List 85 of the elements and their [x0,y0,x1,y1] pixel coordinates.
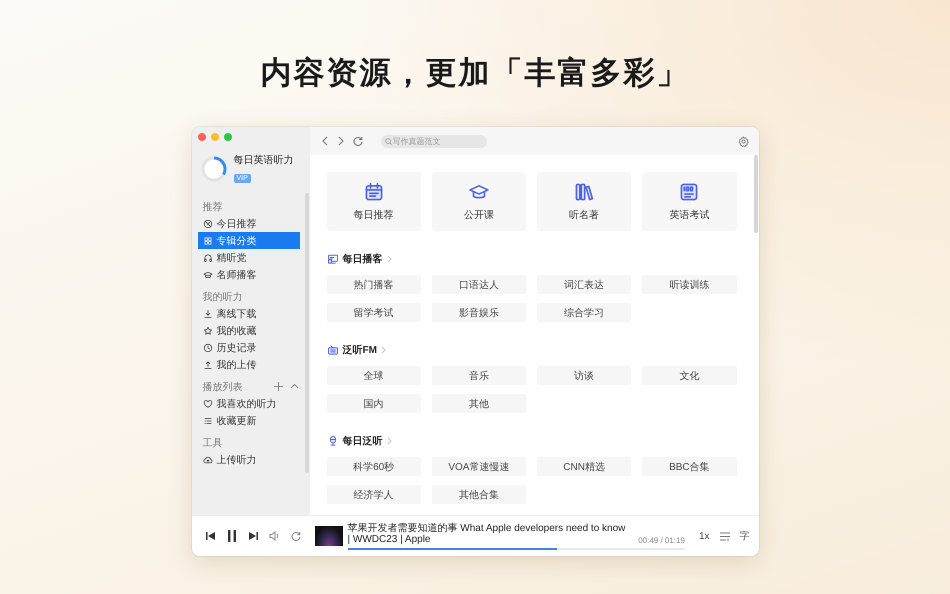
radio-icon [326,344,338,356]
page-headline: 内容资源，更加「丰富多彩」 [260,54,690,93]
clock-icon [202,342,212,352]
tag-button[interactable]: 文化 [642,366,736,385]
next-icon[interactable] [248,531,258,541]
sidebar-item[interactable]: 我的收藏 [198,322,300,339]
category-label: 英语考试 [669,208,710,222]
list-icon [202,416,212,426]
calendar-icon [362,181,385,203]
previous-icon[interactable] [206,531,216,541]
track-time: 00:49 / 01:19 [638,536,685,544]
app-name: 每日英语听力 [234,154,294,167]
cloud-upload-icon [202,454,212,464]
tag-button[interactable]: 影音娱乐 [432,303,526,322]
section-title[interactable]: 泛听FM [342,343,377,357]
add-icon[interactable] [274,382,282,391]
repeat-icon[interactable] [290,531,300,541]
tag-button[interactable]: BBC合集 [642,457,736,476]
tag-button[interactable]: 国内 [326,394,421,413]
category-label: 听名著 [569,208,600,222]
category-card[interactable]: 英语考试 [642,172,736,231]
sidebar-item[interactable]: 历史记录 [198,339,300,356]
board-icon [326,253,338,265]
close-window-button[interactable] [198,133,206,141]
refresh-icon[interactable] [352,136,362,146]
tag-button[interactable]: CNN精选 [537,457,632,476]
tag-button[interactable]: 其他 [432,394,526,413]
tag-button[interactable]: 访谈 [537,366,632,385]
graduation-cap-icon [202,270,212,280]
tag-button[interactable]: 留学考试 [326,303,421,322]
sidebar-item[interactable]: 精听党 [198,249,300,266]
tag-button[interactable]: 综合学习 [537,303,632,322]
back-icon[interactable] [320,136,328,146]
section-title[interactable]: 每日泛听 [342,434,382,448]
category-card[interactable]: 听名著 [537,172,632,231]
sidebar-item[interactable]: 上传听力 [198,451,300,468]
speed-button[interactable]: 1x [698,530,710,542]
tag-button[interactable]: 听读训练 [642,275,736,294]
sidebar-item[interactable]: 名师播客 [198,266,300,283]
tag-button[interactable]: 热门播客 [326,275,421,294]
star-icon [202,326,212,336]
track-title: 苹果开发者需要知道的事 What Apple developers need to know | WWDC23 | Apple [348,522,626,544]
tag-button[interactable]: 科学60秒 [326,457,421,476]
section-heading: 工具 [202,436,222,450]
tag-button[interactable]: VOA常速慢速 [432,457,526,476]
section-heading: 推荐 [202,200,222,214]
category-label: 每日推荐 [354,208,394,222]
logo-icon [200,156,226,182]
sidebar-item[interactable]: 专辑分类 [198,232,300,249]
pause-icon[interactable] [226,530,236,542]
zoom-window-button[interactable] [224,133,232,141]
category-card[interactable]: 公开课 [432,172,526,231]
download-icon [202,308,212,318]
collapse-icon[interactable] [290,382,298,391]
sidebar-item[interactable]: 收藏更新 [198,412,300,429]
scrollbar[interactable] [754,155,758,233]
tag-button[interactable]: 音乐 [432,366,526,385]
sidebar-item[interactable]: 今日推荐 [198,215,300,232]
search-icon [384,138,392,144]
tag-button[interactable]: 词汇表达 [537,275,632,294]
tag-button[interactable]: 其他合集 [432,485,526,504]
sidebar-item[interactable]: 离线下载 [198,305,300,322]
headphones-icon [202,252,212,262]
upload-icon [202,360,212,370]
forward-icon[interactable] [336,136,344,146]
sidebar-item[interactable]: 我的上传 [198,356,300,373]
search-field[interactable]: 写作真题范文 [380,134,486,148]
section-title[interactable]: 每日播客 [342,252,382,266]
category-card[interactable]: 每日推荐 [326,172,421,231]
heart-icon [202,398,212,408]
subtitle-button[interactable]: 字 [740,529,750,543]
settings-icon[interactable] [738,136,748,146]
section-heading: 我的听力 [202,290,242,304]
video-thumbnail [314,526,342,546]
sidebar-item[interactable]: 我喜欢的听力 [198,395,300,412]
category-label: 公开课 [464,209,494,222]
grid-icon [202,236,212,246]
books-icon [573,181,596,203]
volume-icon[interactable] [268,531,280,541]
score-sheet-icon [678,181,700,203]
tag-button[interactable]: 经济学人 [326,485,421,504]
playlist-icon[interactable] [720,532,730,540]
section-heading: 播放列表 [202,380,242,394]
tag-button[interactable]: 口语达人 [432,275,526,294]
tag-button[interactable]: 全球 [326,366,421,385]
